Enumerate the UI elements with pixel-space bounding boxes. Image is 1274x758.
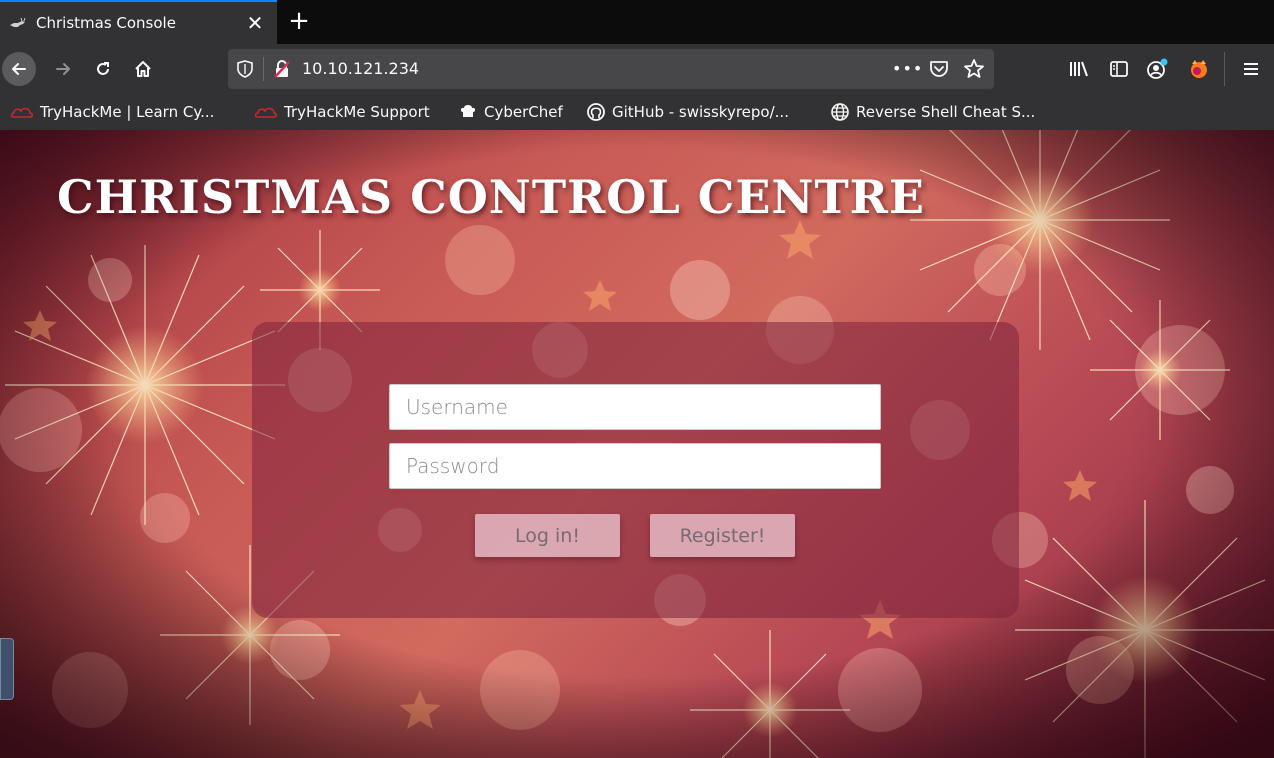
bookmark-label: TryHackMe | Learn Cy... [40,103,215,121]
login-panel: Log in! Register! [252,322,1019,618]
bookmark-cyberchef[interactable]: CyberChef [458,100,563,124]
bookmark-reverse-shell-cheat-sheet[interactable]: Reverse Shell Cheat S... [830,100,1035,124]
tab-christmas-console[interactable]: Christmas Console ✕ [0,0,277,44]
cyberchef-icon [460,105,476,117]
arrow-right-icon [56,63,70,75]
extension-button[interactable] [1186,56,1212,82]
close-tab-icon[interactable]: ✕ [244,11,266,35]
account-button[interactable] [1144,56,1170,82]
toolbar-divider [1224,52,1225,86]
bookmarks-toolbar: TryHackMe | Learn Cy... TryHackMe Suppor… [0,94,1274,130]
home-icon [135,61,151,77]
page-title: CHRISTMAS CONTROL CENTRE [57,170,925,224]
forward-button[interactable] [46,52,80,86]
bookmark-github-swisskyrepo[interactable]: GitHub - swisskyrepo/... [586,100,789,124]
username-input[interactable] [389,384,881,430]
pocket-icon[interactable] [928,58,950,80]
page-content: CHRISTMAS CONTROL CENTRE Log in! Registe… [0,130,1274,758]
bookmark-tryhackme-support[interactable]: TryHackMe Support [254,100,430,124]
insecure-lock-icon[interactable] [272,59,292,79]
url-bar[interactable]: 10.10.121.234 ••• [228,49,994,89]
globe-icon [831,103,849,121]
bookmark-label: Reverse Shell Cheat S... [856,103,1036,121]
home-button[interactable] [126,52,160,86]
library-button[interactable] [1066,56,1092,82]
register-button[interactable]: Register! [650,514,795,557]
account-icon [1147,58,1168,79]
new-tab-button[interactable]: + [285,6,313,36]
side-panel-handle[interactable] [0,638,14,700]
page-actions-menu-icon[interactable]: ••• [892,56,922,82]
bookmark-tryhackme-learn[interactable]: TryHackMe | Learn Cy... [10,100,214,124]
hamburger-menu-icon [1244,63,1258,75]
library-icon [1070,61,1088,77]
arrow-left-icon [12,63,26,75]
reindeer-favicon-icon [10,17,26,27]
tab-title: Christmas Console [36,14,176,32]
sidebar-toggle-button[interactable] [1106,56,1132,82]
tab-strip: Christmas Console ✕ + [0,0,1274,44]
reload-icon [97,62,109,75]
sidebar-icon [1110,61,1128,77]
bookmark-star-icon[interactable] [962,57,986,81]
github-icon [587,103,605,121]
tryhackme-icon [254,107,278,118]
back-button[interactable] [2,52,36,86]
tracking-protection-shield-icon[interactable] [236,59,254,79]
open-menu-button[interactable] [1238,56,1264,82]
bookmark-label: CyberChef [484,103,563,121]
reload-button[interactable] [86,52,120,86]
tryhackme-icon [10,107,34,118]
password-input[interactable] [389,443,881,489]
bookmark-label: GitHub - swisskyrepo/... [612,103,789,121]
url-divider [263,57,264,81]
bookmark-label: TryHackMe Support [284,103,430,121]
fox-extension-icon [1191,60,1207,78]
url-text[interactable]: 10.10.121.234 [302,59,419,78]
login-button[interactable]: Log in! [475,514,620,557]
